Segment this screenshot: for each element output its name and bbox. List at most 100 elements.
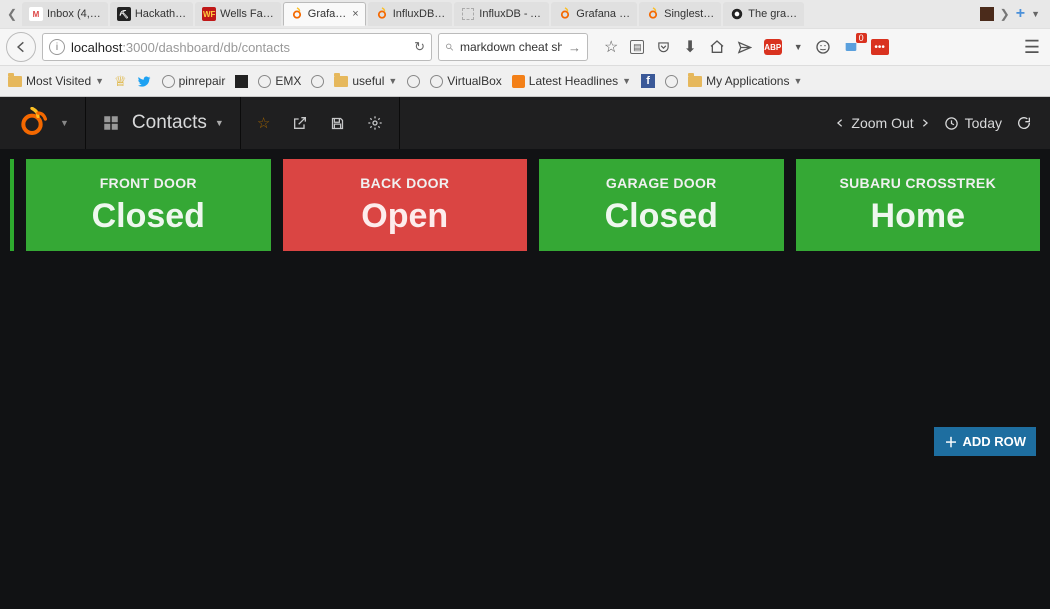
- bookmark-item[interactable]: f: [641, 74, 655, 88]
- search-bar[interactable]: →: [438, 33, 588, 61]
- browser-tab[interactable]: ⛏ Hackath…: [110, 2, 193, 26]
- singlestat-panel[interactable]: FRONT DOORClosed: [26, 159, 271, 251]
- browser-tab[interactable]: The gra…: [723, 2, 804, 26]
- singlestat-panel[interactable]: BACK DOOROpen: [283, 159, 528, 251]
- bookmark-item[interactable]: [311, 75, 324, 88]
- back-button[interactable]: [6, 32, 36, 62]
- reader-icon[interactable]: ▤: [630, 40, 644, 54]
- chat-icon[interactable]: ▼: [794, 42, 803, 52]
- dashboard-grid-icon: [102, 114, 120, 132]
- lastpass-icon[interactable]: •••: [871, 39, 889, 55]
- crest-icon: ♕: [114, 73, 127, 90]
- bookmark-item[interactable]: pinrepair: [162, 74, 226, 88]
- square-icon: [980, 7, 994, 21]
- pocket-icon[interactable]: [656, 40, 671, 54]
- new-tab-button[interactable]: +: [1016, 5, 1025, 23]
- tabstrip-right-arrow[interactable]: ❯: [1000, 7, 1010, 21]
- zoom-out-button[interactable]: Zoom Out: [835, 115, 929, 131]
- dashboard-tools: ☆: [241, 97, 400, 149]
- refresh-button[interactable]: [1016, 115, 1032, 131]
- browser-tab[interactable]: Grafana …: [551, 2, 637, 26]
- home-icon[interactable]: [709, 39, 725, 55]
- close-tab-icon[interactable]: ×: [352, 8, 358, 20]
- clock-icon: [944, 116, 959, 131]
- singlestat-panel[interactable]: SUBARU CROSSTREKHome: [796, 159, 1041, 251]
- panel-value: Open: [361, 197, 448, 236]
- browser-tab[interactable]: InfluxDB - A…: [454, 2, 549, 26]
- toolbar-icons: ☆ ▤ ⬇ ABP ▼ 0 ••• ☰: [604, 37, 1044, 58]
- search-go-icon[interactable]: →: [568, 40, 581, 55]
- time-picker: Zoom Out Today: [817, 97, 1050, 149]
- send-icon[interactable]: [737, 40, 752, 55]
- globe-icon: [407, 75, 420, 88]
- time-range-label: Today: [965, 115, 1002, 131]
- time-range-button[interactable]: Today: [944, 115, 1002, 131]
- grafana-logo-icon: [16, 107, 48, 139]
- bookmark-label: EMX: [275, 74, 301, 88]
- tab-favicon: [558, 7, 572, 21]
- address-bar[interactable]: i localhost:3000/dashboard/db/contacts ↻: [42, 33, 432, 61]
- site-info-icon[interactable]: i: [49, 39, 65, 55]
- tab-label: Grafana …: [576, 8, 630, 20]
- bookmark-item[interactable]: [137, 75, 152, 88]
- grafana-logo-cell[interactable]: ▼: [0, 97, 86, 149]
- browser-tab[interactable]: WFWells Fa…: [195, 2, 281, 26]
- bookmark-label: VirtualBox: [447, 74, 501, 88]
- bookmark-item[interactable]: Latest Headlines▼: [512, 74, 631, 88]
- tab-label: The gra…: [748, 8, 797, 20]
- tab-favicon: [461, 7, 475, 21]
- facebook-icon: f: [641, 74, 655, 88]
- notification-badge: 0: [856, 33, 867, 43]
- bookmark-label: My Applications: [706, 74, 789, 88]
- tab-label: InfluxDB - A…: [479, 8, 542, 20]
- singlestat-panel[interactable]: GARAGE DOORClosed: [539, 159, 784, 251]
- tab-favicon: [730, 7, 744, 21]
- adblock-icon[interactable]: ABP: [764, 39, 782, 55]
- folder-icon: [8, 76, 22, 87]
- bookmark-item[interactable]: VirtualBox: [430, 74, 501, 88]
- bookmark-item[interactable]: useful ▼: [334, 74, 397, 88]
- tabstrip-left-arrow[interactable]: ❮: [4, 4, 20, 24]
- globe-icon: [665, 75, 678, 88]
- bookmark-item[interactable]: Most Visited▼: [8, 74, 104, 88]
- tab-favicon: WF: [202, 7, 216, 21]
- bookmark-item[interactable]: ♕: [114, 73, 127, 90]
- chevron-left-icon: [835, 117, 845, 129]
- star-icon[interactable]: ☆: [604, 37, 618, 57]
- bookmark-item[interactable]: [407, 75, 420, 88]
- browser-tab[interactable]: Singlest…: [639, 2, 721, 26]
- dashboard-title: Contacts: [132, 112, 207, 134]
- browser-tab[interactable]: Grafa…×: [283, 2, 366, 26]
- bookmarks-bar: Most Visited▼ ♕ pinrepair EMX useful ▼ Virtual…: [0, 66, 1050, 96]
- bookmark-label: Latest Headlines: [529, 74, 618, 88]
- row-handle[interactable]: [10, 159, 14, 251]
- bookmark-label: useful: [352, 74, 384, 88]
- tab-favicon: ⛏: [117, 7, 131, 21]
- chevron-down-icon: ▼: [388, 76, 397, 86]
- add-row-button[interactable]: ＋ ADD ROW: [934, 427, 1036, 456]
- bookmark-label: pinrepair: [179, 74, 226, 88]
- chevron-down-icon: ▼: [793, 76, 802, 86]
- tab-label: Hackath…: [135, 8, 186, 20]
- add-row-label: ADD ROW: [962, 434, 1026, 449]
- notification-icon[interactable]: 0: [843, 39, 859, 55]
- menu-icon[interactable]: ☰: [1024, 37, 1044, 58]
- settings-button[interactable]: [367, 115, 383, 131]
- bookmark-item[interactable]: [235, 75, 248, 88]
- browser-tab[interactable]: MInbox (4,…: [22, 2, 108, 26]
- download-icon[interactable]: ⬇: [683, 37, 696, 57]
- browser-tab[interactable]: InfluxDB…: [368, 2, 453, 26]
- bookmark-item[interactable]: [665, 75, 678, 88]
- share-dashboard-button[interactable]: [292, 115, 308, 131]
- tabstrip-overflow-caret[interactable]: ▼: [1031, 9, 1040, 19]
- reload-icon[interactable]: ↻: [414, 39, 425, 55]
- smiley-icon[interactable]: [815, 39, 831, 55]
- panel-value: Closed: [92, 197, 205, 236]
- search-input[interactable]: [460, 40, 562, 54]
- bookmark-item[interactable]: My Applications ▼: [688, 74, 802, 88]
- globe-icon: [311, 75, 324, 88]
- dashboard-picker[interactable]: Contacts ▼: [86, 97, 241, 149]
- bookmark-item[interactable]: EMX: [258, 74, 301, 88]
- save-dashboard-button[interactable]: [330, 116, 345, 131]
- star-dashboard-button[interactable]: ☆: [257, 114, 270, 132]
